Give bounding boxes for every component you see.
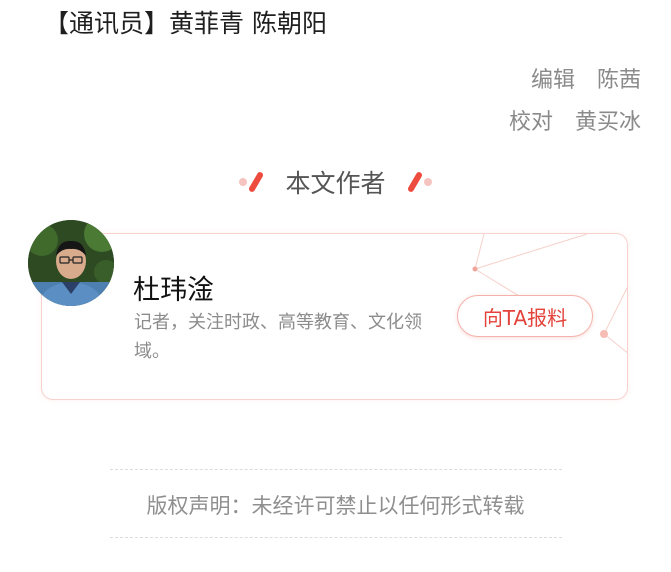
section-header: 本文作者: [0, 164, 671, 200]
proofreader-label: 校对: [508, 110, 553, 135]
editor-label: 编辑: [530, 68, 575, 93]
author-bio: 记者，关注时政、高等教育、文化领域。: [134, 312, 422, 362]
correspondent-credit: 【通讯员】黄菲青 陈朝阳: [44, 9, 327, 38]
proofreader-name: 黄买冰: [574, 110, 641, 135]
author-name[interactable]: 杜玮淦: [133, 268, 214, 307]
right-decoration-icon: [406, 170, 432, 194]
proofreader-credit: 校对 黄买冰: [509, 104, 641, 136]
report-tip-button[interactable]: 向TA报料: [457, 295, 593, 337]
editor-credit: 编辑 陈茜: [531, 62, 641, 94]
author-avatar[interactable]: [28, 220, 114, 306]
bottom-divider: [110, 537, 562, 538]
copyright-notice: 版权声明：未经许可禁止以任何形式转载: [146, 494, 525, 518]
section-title: 本文作者: [285, 169, 386, 198]
editor-name: 陈茜: [596, 68, 641, 93]
left-decoration-icon: [239, 170, 265, 194]
top-divider: [110, 469, 562, 470]
